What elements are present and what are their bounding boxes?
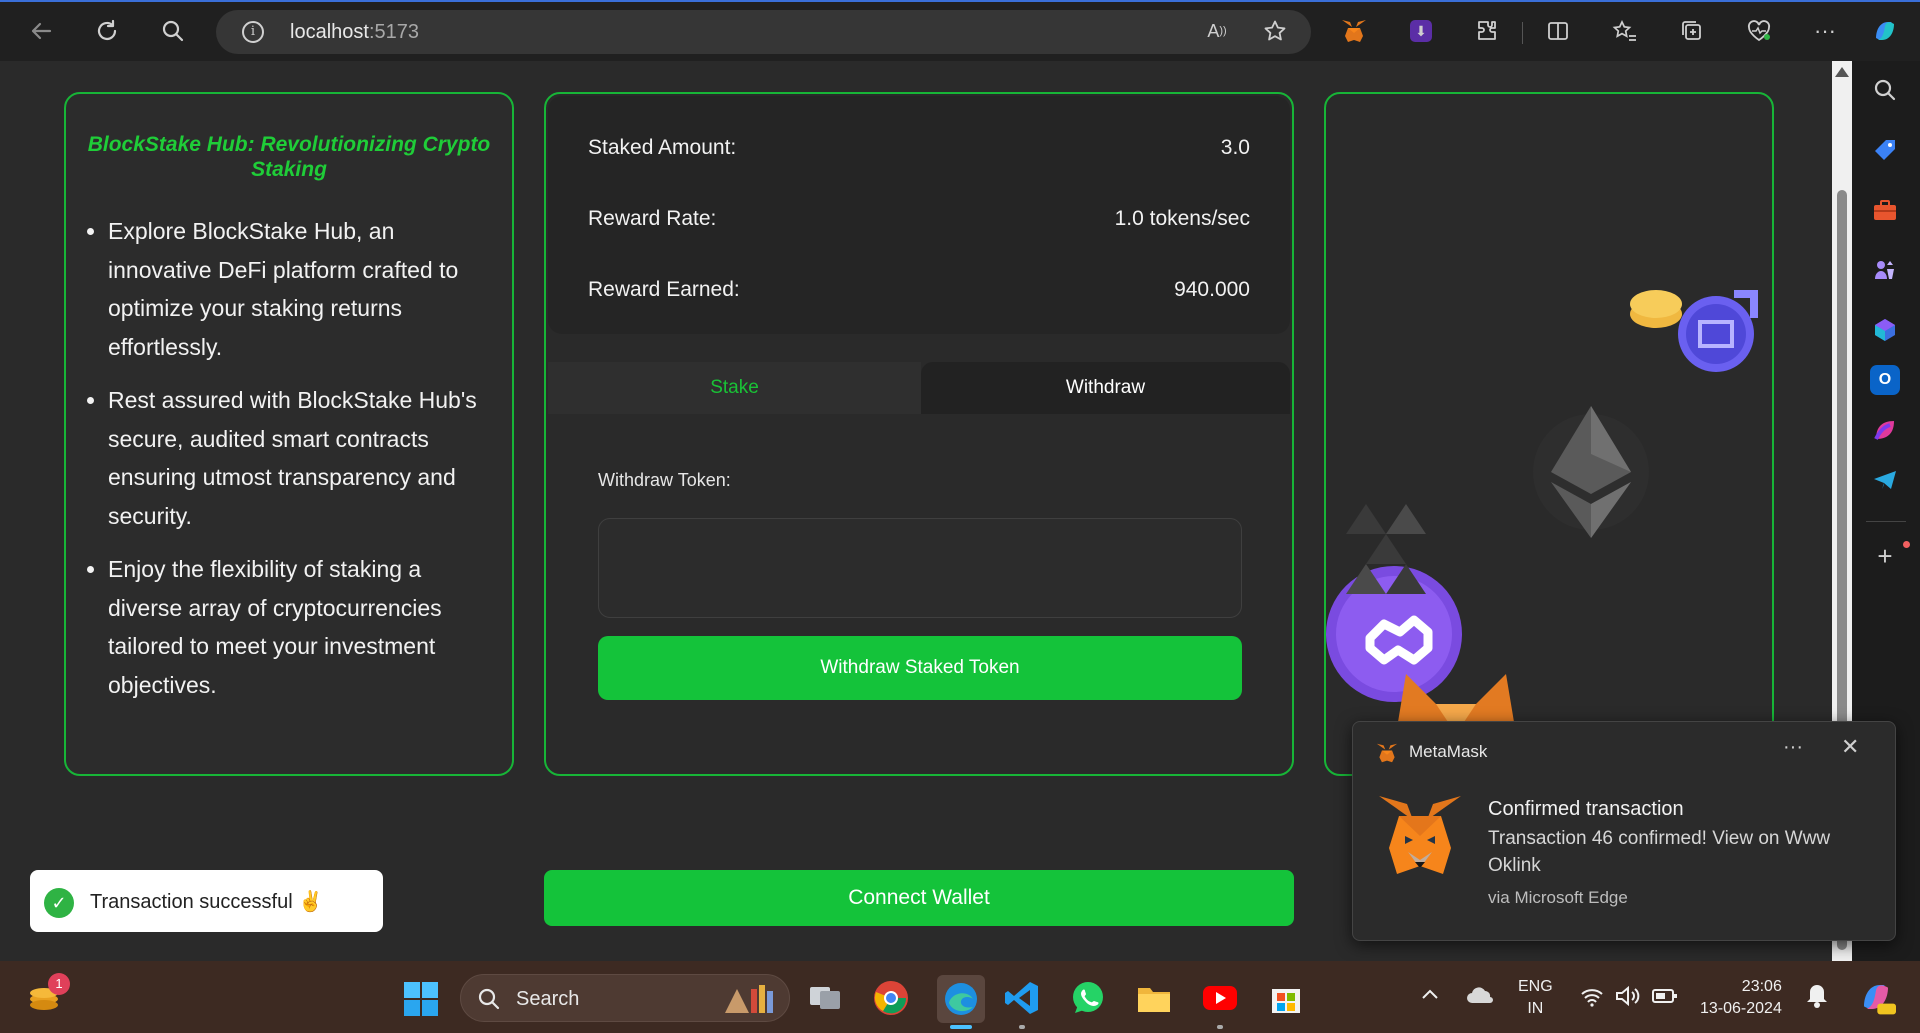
extensions-icon[interactable]: [1472, 16, 1502, 46]
address-bar[interactable]: i localhost:5173 A)): [216, 10, 1311, 54]
telegram-send-icon[interactable]: [1870, 465, 1900, 495]
connect-wallet-button[interactable]: Connect Wallet: [544, 870, 1294, 926]
stats-panel: Staked Amount: 3.0 Reward Rate: 1.0 toke…: [548, 96, 1290, 334]
copilot-icon[interactable]: [1870, 16, 1900, 46]
staked-amount-label: Staked Amount:: [588, 136, 737, 159]
tools-icon[interactable]: [1870, 195, 1900, 225]
onedrive-icon[interactable]: [1466, 985, 1496, 1010]
task-view-icon[interactable]: [806, 979, 844, 1017]
scroll-up-icon[interactable]: [1835, 67, 1849, 77]
notification-bell-icon[interactable]: [1806, 983, 1828, 1014]
info-point: Rest assured with BlockStake Hub's secur…: [108, 381, 493, 535]
read-aloud-icon[interactable]: A)): [1202, 16, 1232, 46]
download-extension-icon[interactable]: ⬇: [1406, 16, 1436, 46]
wifi-icon[interactable]: [1580, 987, 1604, 1012]
notification-more-icon[interactable]: ···: [1783, 736, 1803, 759]
edge-active-indicator: [950, 1025, 972, 1029]
notification-app-name: MetaMask: [1409, 742, 1488, 761]
copilot-taskbar-icon[interactable]: [1856, 977, 1896, 1022]
designer-icon[interactable]: [1870, 415, 1900, 445]
info-card: BlockStake Hub: Revolutionizing Crypto S…: [64, 92, 514, 776]
crypto-illustration: [1326, 290, 1758, 774]
success-toast: ✓ Transaction successful ✌️: [30, 870, 383, 932]
microsoft-store-icon[interactable]: [1267, 979, 1305, 1017]
toolbar-divider: [1522, 22, 1523, 44]
language-code: ENG: [1518, 978, 1553, 995]
favorites-icon[interactable]: [1610, 16, 1640, 46]
battery-icon[interactable]: [1652, 987, 1678, 1010]
reward-earned-value: 940.000: [1174, 278, 1250, 301]
withdraw-token-label: Withdraw Token:: [598, 470, 731, 490]
sidebar-search-icon[interactable]: [1870, 75, 1900, 105]
tab-stake[interactable]: Stake: [548, 362, 921, 414]
metamask-extension-icon[interactable]: [1339, 16, 1369, 46]
notification-source: via Microsoft Edge: [1488, 888, 1628, 907]
checkmark-icon: ✓: [44, 888, 74, 918]
file-explorer-icon[interactable]: [1135, 979, 1173, 1017]
vscode-running-indicator: [1019, 1025, 1025, 1029]
edge-icon[interactable]: [937, 975, 985, 1023]
withdraw-token-input[interactable]: [598, 518, 1242, 618]
taskbar-search-icon: [477, 987, 501, 1016]
staking-card: Staked Amount: 3.0 Reward Rate: 1.0 toke…: [544, 92, 1294, 776]
shopping-tag-icon[interactable]: [1870, 135, 1900, 165]
tab-withdraw[interactable]: Withdraw: [921, 362, 1290, 414]
action-tabs: Stake Withdraw: [548, 362, 1290, 414]
chevron-up-icon[interactable]: [1420, 987, 1440, 1006]
info-list: Explore BlockStake Hub, an innovative De…: [108, 212, 493, 719]
whatsapp-icon[interactable]: [1069, 979, 1107, 1017]
outlook-icon[interactable]: O: [1870, 365, 1900, 395]
sidebar-divider: [1866, 521, 1906, 522]
reward-earned-label: Reward Earned:: [588, 278, 740, 301]
info-title: BlockStake Hub: Revolutionizing Crypto S…: [87, 133, 491, 181]
search-highlight-icon: [719, 981, 781, 1022]
withdraw-staked-token-button[interactable]: Withdraw Staked Token: [598, 636, 1242, 700]
microsoft-365-icon[interactable]: [1870, 315, 1900, 345]
chrome-icon[interactable]: [872, 979, 910, 1017]
taskbar-search-label: Search: [516, 988, 580, 1010]
notification-title: Confirmed transaction: [1488, 798, 1684, 820]
vscode-icon[interactable]: [1003, 979, 1041, 1017]
staked-amount-value: 3.0: [1220, 136, 1250, 159]
youtube-icon[interactable]: [1201, 979, 1239, 1017]
toast-message: Transaction successful ✌️: [90, 891, 324, 913]
back-icon[interactable]: [24, 14, 58, 48]
region-code: IN: [1527, 1000, 1544, 1017]
search-icon[interactable]: [156, 14, 190, 48]
youtube-running-indicator: [1217, 1025, 1223, 1029]
windows-taskbar: 1 Search ENG IN 23:06 13-06-2024: [0, 961, 1920, 1033]
notification-close-icon[interactable]: ✕: [1841, 734, 1859, 760]
collections-icon[interactable]: [1677, 16, 1707, 46]
clock-time: 23:06: [1741, 978, 1782, 995]
volume-icon[interactable]: [1614, 985, 1640, 1012]
language-indicator[interactable]: ENG IN: [1518, 976, 1553, 1020]
favorite-star-icon[interactable]: [1260, 16, 1290, 46]
metamask-fox-icon: [1375, 792, 1465, 883]
info-point: Explore BlockStake Hub, an innovative De…: [108, 212, 493, 366]
site-info-icon[interactable]: i: [242, 21, 264, 43]
browser-toolbar: i localhost:5173 A)) ⬇ ···: [0, 0, 1920, 61]
clock-date: 13-06-2024: [1700, 1000, 1782, 1017]
reward-rate-label: Reward Rate:: [588, 207, 717, 230]
info-point: Enjoy the flexibility of staking a diver…: [108, 550, 493, 704]
games-icon[interactable]: [1870, 255, 1900, 285]
taskbar-search[interactable]: Search: [460, 974, 790, 1022]
reward-rate-value: 1.0 tokens/sec: [1114, 207, 1250, 230]
widgets-badge: 1: [48, 973, 70, 995]
refresh-icon[interactable]: [90, 14, 124, 48]
coin-stack-icon: [1630, 290, 1758, 372]
settings-more-icon[interactable]: ···: [1810, 16, 1840, 46]
browser-essentials-icon[interactable]: [1744, 16, 1774, 46]
add-sidebar-app-icon[interactable]: +: [1870, 541, 1900, 571]
metamask-notification[interactable]: MetaMask ··· ✕ Confirmed transaction Tra…: [1352, 721, 1896, 941]
windows-start-icon[interactable]: [403, 981, 439, 1022]
notification-body: Transaction 46 confirmed! View on Www Ok…: [1488, 828, 1831, 876]
ethereum-icon: [1533, 406, 1649, 538]
metamask-small-icon: [1375, 742, 1399, 769]
split-screen-icon[interactable]: [1543, 16, 1573, 46]
system-clock[interactable]: 23:06 13-06-2024: [1700, 976, 1782, 1020]
notification-dot-icon: [1903, 541, 1910, 548]
url-text[interactable]: localhost:5173: [290, 21, 419, 44]
crypto-illustration-card: [1324, 92, 1774, 776]
